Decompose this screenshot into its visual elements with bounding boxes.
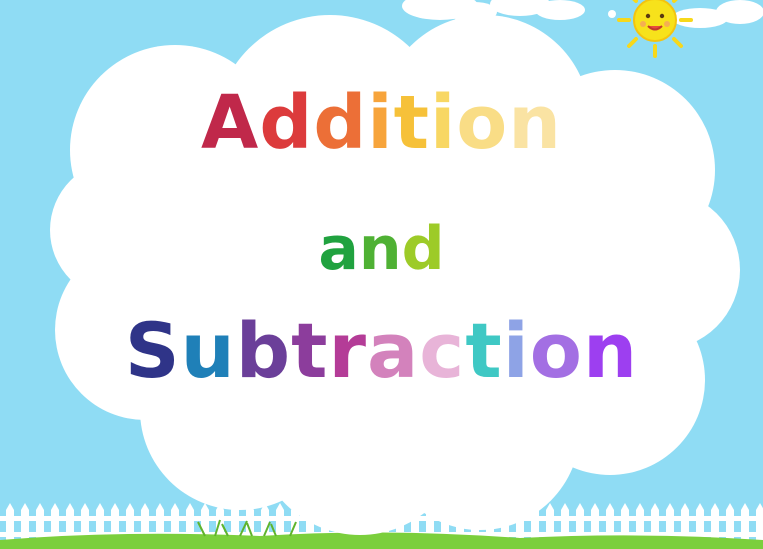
title-letter: n bbox=[508, 80, 562, 166]
title-letter: n bbox=[358, 214, 402, 284]
title-line-and: and bbox=[0, 214, 763, 284]
title-letter: r bbox=[328, 306, 367, 395]
title-letter: o bbox=[529, 306, 583, 395]
title-letter: d bbox=[401, 214, 445, 284]
title-letter: o bbox=[456, 80, 509, 166]
title-letter: c bbox=[419, 306, 466, 395]
title-line-subtraction: Subtraction bbox=[0, 306, 763, 395]
title-letter: n bbox=[582, 306, 639, 395]
title-letter: b bbox=[235, 306, 292, 395]
title-letter: t bbox=[465, 306, 503, 395]
title-letter: t bbox=[393, 80, 431, 166]
title-letter: u bbox=[180, 306, 236, 395]
title-letter: i bbox=[502, 306, 530, 395]
title-letter: a bbox=[318, 214, 359, 284]
title-letter: t bbox=[291, 306, 329, 395]
title-letter: i bbox=[430, 80, 457, 166]
title-line-addition: Addition bbox=[0, 80, 763, 166]
title-letter: i bbox=[367, 80, 394, 166]
title-letter: S bbox=[124, 306, 181, 395]
title-letter: d bbox=[259, 80, 314, 166]
title-letter: a bbox=[367, 306, 420, 395]
title-letter: d bbox=[313, 80, 368, 166]
title-letter: A bbox=[201, 80, 260, 166]
